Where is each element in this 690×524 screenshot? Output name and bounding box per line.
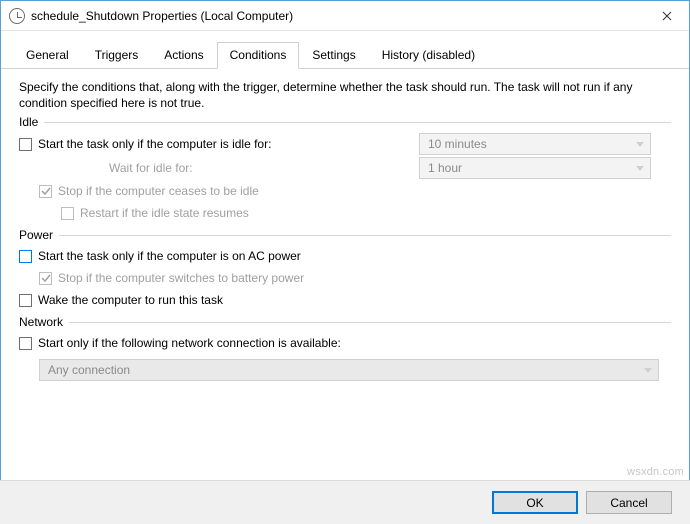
restart-if-idle-checkbox[interactable] — [61, 207, 74, 220]
ac-power-checkbox[interactable] — [19, 250, 32, 263]
wait-duration-combo[interactable]: 1 hour — [419, 157, 651, 179]
ac-power-label: Start the task only if the computer is o… — [38, 249, 301, 263]
network-label: Network — [19, 315, 69, 329]
divider — [59, 235, 671, 236]
chevron-down-icon — [644, 368, 652, 373]
start-only-idle-checkbox[interactable] — [19, 138, 32, 151]
ok-button[interactable]: OK — [492, 491, 578, 514]
wait-for-idle-label: Wait for idle for: — [109, 161, 193, 175]
network-section-header: Network — [19, 315, 671, 329]
dialog-footer: OK Cancel — [0, 480, 690, 524]
network-available-checkbox[interactable] — [19, 337, 32, 350]
tab-label: Triggers — [95, 48, 139, 62]
cancel-button[interactable]: Cancel — [586, 491, 672, 514]
stop-if-not-idle-label: Stop if the computer ceases to be idle — [58, 184, 259, 198]
stop-on-battery-checkbox[interactable] — [39, 272, 52, 285]
idle-duration-value: 10 minutes — [428, 137, 487, 151]
divider — [69, 322, 671, 323]
network-connection-combo[interactable]: Any connection — [39, 359, 659, 381]
wake-computer-label: Wake the computer to run this task — [38, 293, 223, 307]
ok-label: OK — [526, 496, 543, 510]
idle-label: Idle — [19, 115, 44, 129]
title-bar: schedule_Shutdown Properties (Local Comp… — [1, 1, 689, 31]
tab-conditions[interactable]: Conditions — [217, 42, 300, 69]
stop-if-not-idle-checkbox[interactable] — [39, 185, 52, 198]
close-icon — [662, 11, 672, 21]
tab-label: Conditions — [230, 48, 287, 62]
cancel-label: Cancel — [610, 496, 647, 510]
network-available-label: Start only if the following network conn… — [38, 336, 341, 350]
watermark-text: wsxdn.com — [627, 466, 684, 478]
tab-label: History (disabled) — [382, 48, 475, 62]
start-only-idle-label: Start the task only if the computer is i… — [38, 137, 271, 151]
tab-label: Actions — [164, 48, 203, 62]
wait-duration-value: 1 hour — [428, 161, 462, 175]
clock-icon — [9, 8, 25, 24]
tab-label: General — [26, 48, 69, 62]
idle-duration-combo[interactable]: 10 minutes — [419, 133, 651, 155]
tab-general[interactable]: General — [13, 42, 82, 69]
tab-actions[interactable]: Actions — [151, 42, 216, 69]
conditions-panel: Specify the conditions that, along with … — [1, 69, 689, 388]
power-label: Power — [19, 228, 59, 242]
restart-if-idle-label: Restart if the idle state resumes — [80, 206, 249, 220]
tab-settings[interactable]: Settings — [299, 42, 368, 69]
chevron-down-icon — [636, 166, 644, 171]
power-section-header: Power — [19, 228, 671, 242]
tab-history[interactable]: History (disabled) — [369, 42, 488, 69]
network-connection-value: Any connection — [48, 363, 130, 377]
tab-label: Settings — [312, 48, 355, 62]
description-text: Specify the conditions that, along with … — [19, 79, 671, 111]
close-button[interactable] — [645, 1, 689, 31]
window-title: schedule_Shutdown Properties (Local Comp… — [31, 9, 645, 23]
divider — [44, 122, 671, 123]
idle-section-header: Idle — [19, 115, 671, 129]
tab-triggers[interactable]: Triggers — [82, 42, 152, 69]
chevron-down-icon — [636, 142, 644, 147]
stop-on-battery-label: Stop if the computer switches to battery… — [58, 271, 304, 285]
wake-computer-checkbox[interactable] — [19, 294, 32, 307]
tab-strip: General Triggers Actions Conditions Sett… — [1, 31, 689, 69]
